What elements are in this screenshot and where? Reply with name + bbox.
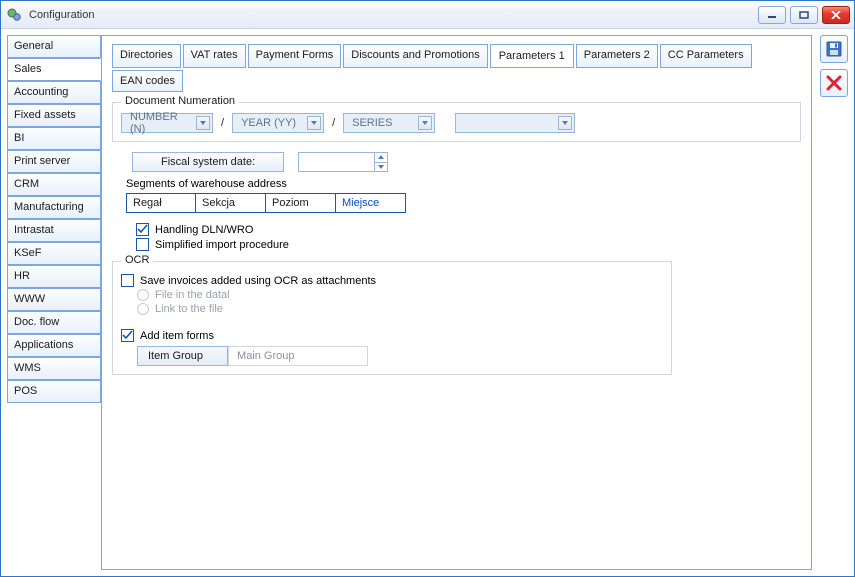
sidebar-item-ksef[interactable]: KSeF: [7, 242, 101, 265]
segment-cell[interactable]: Sekcja: [196, 193, 266, 213]
maximize-button[interactable]: [790, 6, 818, 24]
titlebar: Configuration: [1, 1, 854, 29]
segment-cell[interactable]: Regał: [126, 193, 196, 213]
sidebar-item-crm[interactable]: CRM: [7, 173, 101, 196]
num-part-series-label: SERIES: [352, 117, 392, 129]
config-window: Configuration GeneralSalesAccountingFixe…: [0, 0, 855, 577]
segment-cell[interactable]: Miejsce: [336, 193, 406, 213]
segments-row: RegałSekcjaPoziomMiejsce: [126, 193, 801, 213]
ocr-legend: OCR: [121, 254, 153, 266]
action-column: [818, 29, 854, 576]
item-group-value: Main Group: [228, 346, 368, 366]
main-panel: DirectoriesVAT ratesPayment FormsDiscoun…: [101, 35, 812, 570]
num-part-series[interactable]: SERIES: [343, 113, 435, 133]
num-part-number[interactable]: NUMBER (N): [121, 113, 213, 133]
sidebar-item-print-server[interactable]: Print server: [7, 150, 101, 173]
chevron-down-icon: [307, 116, 321, 130]
minimize-button[interactable]: [758, 6, 786, 24]
ocr-link-radio: Link to the file: [137, 303, 663, 315]
checkbox-icon: [121, 274, 134, 287]
tab-directories[interactable]: Directories: [112, 44, 181, 68]
sidebar-item-wms[interactable]: WMS: [7, 357, 101, 380]
num-part-number-label: NUMBER (N): [130, 111, 194, 135]
spinner-icon[interactable]: [374, 153, 387, 171]
window-title: Configuration: [29, 9, 758, 21]
handling-dln-label: Handling DLN/WRO: [155, 224, 253, 236]
tab-payment-forms[interactable]: Payment Forms: [248, 44, 342, 68]
separator: /: [219, 117, 226, 129]
x-icon: [826, 75, 842, 91]
chevron-down-icon: [418, 116, 432, 130]
sidebar-item-doc-flow[interactable]: Doc. flow: [7, 311, 101, 334]
ocr-add-item-label: Add item forms: [140, 330, 214, 342]
ocr-add-item-checkbox[interactable]: Add item forms: [121, 329, 663, 342]
segment-cell[interactable]: Poziom: [266, 193, 336, 213]
chevron-down-icon: [558, 116, 572, 130]
tab-vat-rates[interactable]: VAT rates: [183, 44, 246, 68]
checkbox-icon: [121, 329, 134, 342]
tab-parameters-2[interactable]: Parameters 2: [576, 44, 658, 68]
sidebar-item-sales[interactable]: Sales: [7, 58, 101, 81]
sidebar: GeneralSalesAccountingFixed assetsBIPrin…: [1, 29, 101, 576]
segments-legend: Segments of warehouse address: [126, 178, 801, 190]
sidebar-item-applications[interactable]: Applications: [7, 334, 101, 357]
ocr-save-label: Save invoices added using OCR as attachm…: [140, 275, 376, 287]
checkbox-icon: [136, 238, 149, 251]
simplified-import-label: Simplified import procedure: [155, 239, 289, 251]
sidebar-item-pos[interactable]: POS: [7, 380, 101, 403]
sidebar-item-www[interactable]: WWW: [7, 288, 101, 311]
sidebar-item-general[interactable]: General: [7, 35, 101, 58]
num-part-year-label: YEAR (YY): [241, 117, 296, 129]
ocr-save-checkbox[interactable]: Save invoices added using OCR as attachm…: [121, 274, 663, 287]
sidebar-item-hr[interactable]: HR: [7, 265, 101, 288]
simplified-import-checkbox[interactable]: Simplified import procedure: [136, 238, 801, 251]
ocr-link-label: Link to the file: [155, 303, 223, 315]
radio-icon: [137, 303, 149, 315]
sidebar-item-accounting[interactable]: Accounting: [7, 81, 101, 104]
sidebar-item-fixed-assets[interactable]: Fixed assets: [7, 104, 101, 127]
doc-numeration-group: Document Numeration NUMBER (N) / YEAR (Y…: [112, 102, 801, 142]
handling-dln-checkbox[interactable]: Handling DLN/WRO: [136, 223, 801, 236]
num-part-year[interactable]: YEAR (YY): [232, 113, 324, 133]
top-tabs: DirectoriesVAT ratesPayment FormsDiscoun…: [112, 44, 801, 92]
ocr-file-label: File in the datal: [155, 289, 230, 301]
app-icon: [7, 7, 23, 23]
fiscal-date-input[interactable]: [298, 152, 388, 172]
tab-discounts-and-promotions[interactable]: Discounts and Promotions: [343, 44, 487, 68]
save-button[interactable]: [820, 35, 848, 63]
num-part-extra[interactable]: [455, 113, 575, 133]
floppy-icon: [825, 40, 843, 58]
fiscal-date-label[interactable]: Fiscal system date:: [132, 152, 284, 172]
sidebar-item-manufacturing[interactable]: Manufacturing: [7, 196, 101, 219]
chevron-down-icon: [196, 116, 210, 130]
sidebar-item-bi[interactable]: BI: [7, 127, 101, 150]
tab-ean-codes[interactable]: EAN codes: [112, 70, 183, 92]
radio-icon: [137, 289, 149, 301]
tab-parameters-1[interactable]: Parameters 1: [490, 44, 574, 68]
item-group-button[interactable]: Item Group: [137, 346, 228, 366]
checkbox-icon: [136, 223, 149, 236]
ocr-group: OCR Save invoices added using OCR as att…: [112, 261, 672, 375]
tab-cc-parameters[interactable]: CC Parameters: [660, 44, 752, 68]
cancel-button[interactable]: [820, 69, 848, 97]
doc-numeration-legend: Document Numeration: [121, 95, 239, 107]
ocr-file-radio: File in the datal: [137, 289, 663, 301]
close-button[interactable]: [822, 6, 850, 24]
separator: /: [330, 117, 337, 129]
sidebar-item-intrastat[interactable]: Intrastat: [7, 219, 101, 242]
